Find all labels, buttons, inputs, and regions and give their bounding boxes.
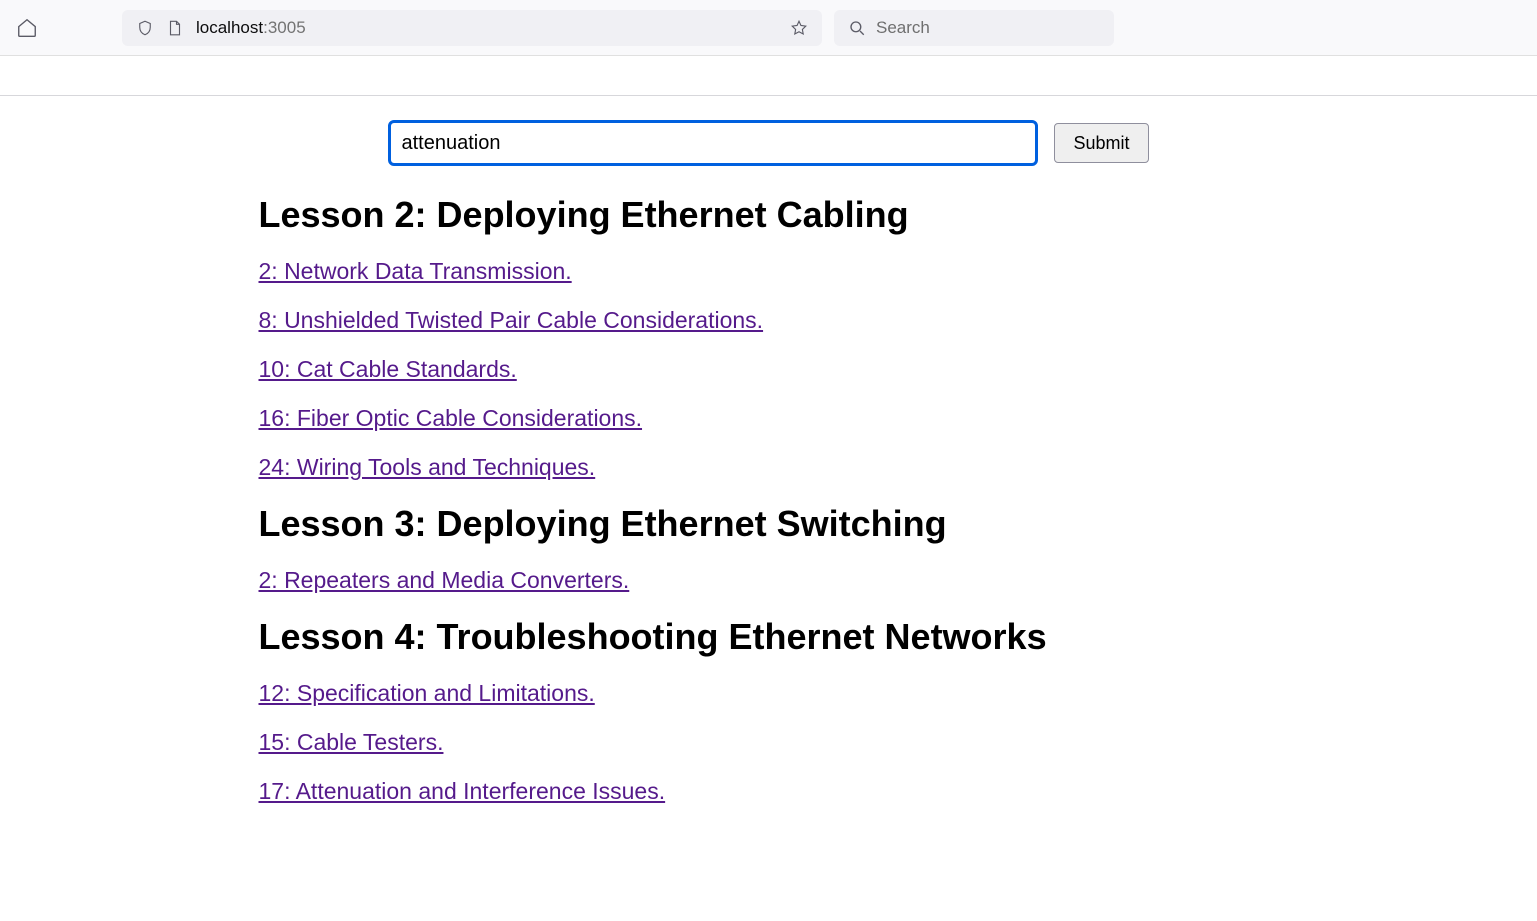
browser-search-placeholder: Search — [876, 18, 930, 38]
browser-search-bar[interactable]: Search — [834, 10, 1114, 46]
result-link[interactable]: 16: Fiber Optic Cable Considerations. — [259, 405, 643, 431]
result-link[interactable]: 15: Cable Testers. — [259, 729, 444, 755]
url-port: :3005 — [263, 18, 306, 37]
list-item: 17: Attenuation and Interference Issues. — [259, 778, 1279, 805]
url-text: localhost:3005 — [196, 18, 778, 38]
browser-toolbar: localhost:3005 Search — [0, 0, 1537, 56]
list-item: 16: Fiber Optic Cable Considerations. — [259, 405, 1279, 432]
url-bar[interactable]: localhost:3005 — [122, 10, 822, 46]
bookmarks-bar — [0, 56, 1537, 96]
search-icon — [848, 19, 866, 37]
result-link[interactable]: 10: Cat Cable Standards. — [259, 356, 517, 382]
result-link[interactable]: 12: Specification and Limitations. — [259, 680, 595, 706]
list-item: 24: Wiring Tools and Techniques. — [259, 454, 1279, 481]
list-item: 15: Cable Testers. — [259, 729, 1279, 756]
submit-button[interactable]: Submit — [1054, 123, 1148, 163]
section-heading: Lesson 2: Deploying Ethernet Cabling — [259, 194, 1279, 236]
section-heading: Lesson 4: Troubleshooting Ethernet Netwo… — [259, 616, 1279, 658]
bookmark-star-icon[interactable] — [790, 19, 808, 37]
list-item: 8: Unshielded Twisted Pair Cable Conside… — [259, 307, 1279, 334]
results: Lesson 2: Deploying Ethernet Cabling 2: … — [259, 194, 1279, 805]
result-link[interactable]: 2: Network Data Transmission. — [259, 258, 572, 284]
home-icon[interactable] — [16, 17, 38, 39]
shield-icon — [136, 19, 154, 37]
result-link[interactable]: 17: Attenuation and Interference Issues. — [259, 778, 666, 804]
search-row: Submit — [259, 120, 1279, 166]
list-item: 10: Cat Cable Standards. — [259, 356, 1279, 383]
page-content: Submit Lesson 2: Deploying Ethernet Cabl… — [219, 96, 1319, 847]
list-item: 2: Network Data Transmission. — [259, 258, 1279, 285]
list-item: 2: Repeaters and Media Converters. — [259, 567, 1279, 594]
result-link[interactable]: 24: Wiring Tools and Techniques. — [259, 454, 596, 480]
url-host: localhost — [196, 18, 263, 37]
page-icon — [166, 19, 184, 37]
result-link[interactable]: 8: Unshielded Twisted Pair Cable Conside… — [259, 307, 764, 333]
result-link[interactable]: 2: Repeaters and Media Converters. — [259, 567, 630, 593]
list-item: 12: Specification and Limitations. — [259, 680, 1279, 707]
search-input[interactable] — [388, 120, 1038, 166]
section-heading: Lesson 3: Deploying Ethernet Switching — [259, 503, 1279, 545]
